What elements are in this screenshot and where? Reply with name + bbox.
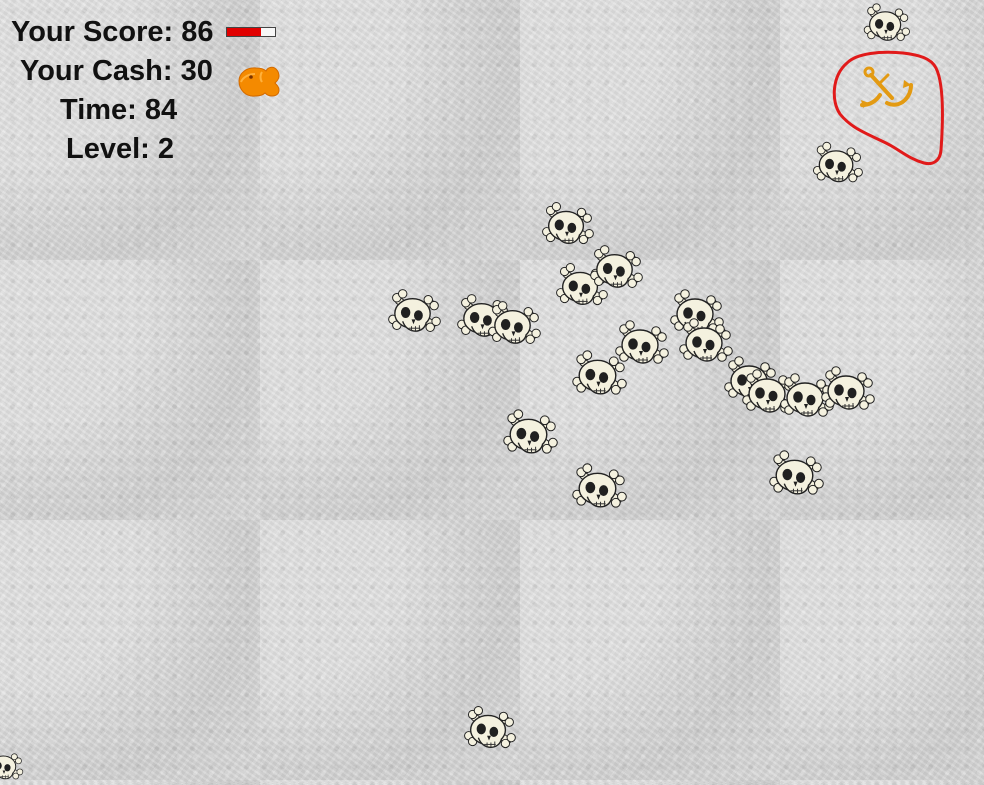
skull-crossbones-icon[interactable] xyxy=(818,360,876,418)
skull-crossbones-icon[interactable] xyxy=(810,136,864,190)
skull-crossbones-icon[interactable] xyxy=(461,700,517,756)
skull-crossbones-icon[interactable] xyxy=(385,283,442,340)
skull-crossbones-icon[interactable] xyxy=(587,239,644,296)
skull-crossbones-icon[interactable] xyxy=(485,295,542,352)
skull-crossbones-icon[interactable] xyxy=(861,0,911,48)
skull-crossbones-icon[interactable] xyxy=(766,444,825,503)
skull-crossbones-icon[interactable] xyxy=(569,457,628,516)
skull-crossbones-icon[interactable] xyxy=(500,403,559,462)
skull-crossbones-icon[interactable] xyxy=(569,344,628,403)
skull-crossbones-icon[interactable] xyxy=(0,745,24,785)
anchor-icon[interactable] xyxy=(857,62,917,118)
game-board[interactable] xyxy=(0,0,984,783)
